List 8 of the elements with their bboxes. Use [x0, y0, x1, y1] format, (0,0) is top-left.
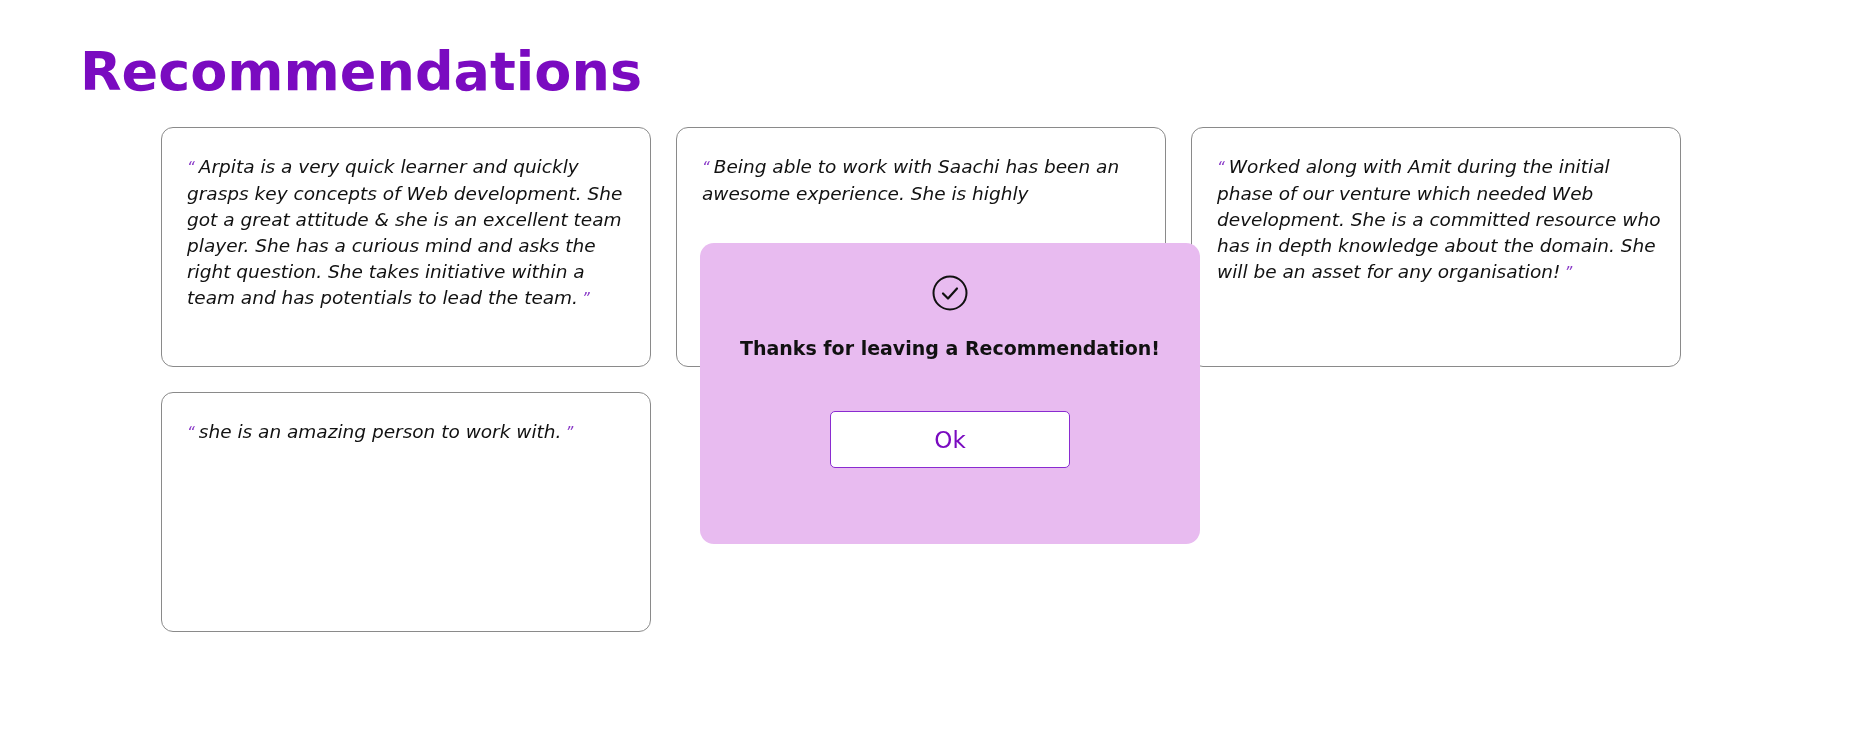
recommendation-text: “ she is an amazing person to work with. ” — [187, 419, 575, 444]
recommendation-text: “ Arpita is a very quick learner and quickly grasps key concepts of Web development. She got a great attitude & she is an excellent team player. She has a curious mind and asks the right question. She takes initiative within a team and has potentials to lead the team. ” — [187, 154, 624, 310]
check-circle-icon — [932, 275, 968, 311]
ok-button[interactable]: Ok — [830, 411, 1070, 468]
page-title: Recommendations — [79, 39, 643, 105]
dialog-message: Thanks for leaving a Recommendation! — [739, 337, 1161, 359]
recommendation-text: “ Being able to work with Saachi has been an awesome experience. She is highly — [702, 154, 1121, 206]
recommendation-text: “ Worked along with Amit during the initial phase of our venture which needed Web development. She is a committed resource who has in depth knowledge about the domain. She will be an asset for any organisation! ” — [1217, 154, 1662, 284]
